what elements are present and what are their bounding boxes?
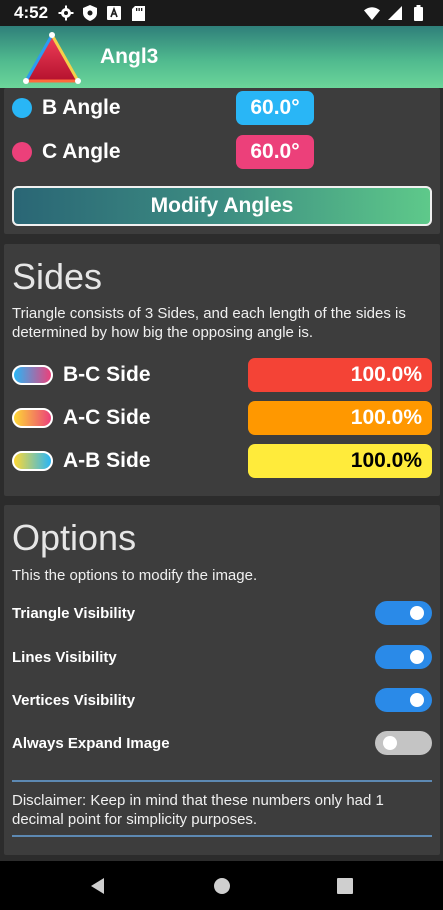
- wifi-icon: [364, 5, 380, 21]
- home-icon[interactable]: [210, 874, 234, 898]
- b-angle-value: 60.0°: [236, 91, 314, 125]
- c-angle-dot: [12, 142, 32, 162]
- b-angle-dot: [12, 98, 32, 118]
- ac-side-label: A-C Side: [63, 406, 151, 429]
- sides-card: Sides Triangle consists of 3 Sides, and …: [4, 244, 440, 496]
- bc-side-label: B-C Side: [63, 363, 151, 386]
- lines-visibility-toggle[interactable]: [375, 645, 432, 669]
- sd-card-icon: [130, 5, 146, 21]
- sides-title: Sides: [12, 256, 103, 297]
- sides-description: Triangle consists of 3 Sides, and each l…: [12, 305, 406, 341]
- c-angle-label: C Angle: [42, 140, 121, 163]
- recents-icon[interactable]: [333, 874, 357, 898]
- angle-row-c: C Angle 60.0°: [12, 135, 314, 169]
- angles-card: B Angle 60.0° C Angle 60.0° Modify Angle…: [4, 88, 440, 234]
- triangle-logo-icon: [22, 29, 82, 85]
- always-expand-image-toggle[interactable]: [375, 731, 432, 755]
- ac-side-value: 100.0%: [248, 401, 432, 435]
- bc-side-value: 100.0%: [248, 358, 432, 392]
- battery-icon: [410, 5, 426, 21]
- toggle-knob: [410, 650, 424, 664]
- triangle-visibility-toggle[interactable]: [375, 601, 432, 625]
- disclaimer-top-divider: [12, 780, 432, 782]
- always-expand-image-label: Always Expand Image: [12, 734, 170, 752]
- side-row-ab: A-B Side 100.0%: [12, 444, 432, 478]
- toggle-knob: [410, 606, 424, 620]
- options-card: Options This the options to modify the i…: [4, 505, 440, 855]
- disclaimer-text: Disclaimer: Keep in mind that these numb…: [12, 792, 384, 828]
- option-triangle-visibility: Triangle Visibility: [12, 600, 432, 626]
- gear-icon: [58, 5, 74, 21]
- disclaimer-bottom-divider: [12, 835, 432, 837]
- toggle-knob: [410, 693, 424, 707]
- options-description: This the options to modify the image.: [12, 567, 258, 584]
- ab-side-value: 100.0%: [248, 444, 432, 478]
- ac-side-pill: [12, 408, 53, 428]
- modify-angles-button[interactable]: Modify Angles: [12, 186, 432, 226]
- toggle-knob: [383, 736, 397, 750]
- b-angle-label: B Angle: [42, 96, 121, 119]
- navigation-bar: [0, 861, 443, 910]
- c-angle-value: 60.0°: [236, 135, 314, 169]
- app-bar: Angl3: [0, 26, 443, 88]
- back-icon[interactable]: [86, 874, 110, 898]
- signal-icon: [387, 5, 403, 21]
- bc-side-pill: [12, 365, 53, 385]
- ab-side-label: A-B Side: [63, 449, 151, 472]
- shield-icon: [82, 5, 98, 21]
- options-title: Options: [12, 517, 137, 558]
- vertices-visibility-label: Vertices Visibility: [12, 691, 136, 709]
- app-title: Angl3: [100, 45, 159, 68]
- ab-side-pill: [12, 451, 53, 471]
- status-bar: 4:52: [0, 0, 443, 26]
- lines-visibility-label: Lines Visibility: [12, 648, 117, 666]
- side-row-bc: B-C Side 100.0%: [12, 358, 432, 392]
- option-vertices-visibility: Vertices Visibility: [12, 687, 432, 713]
- option-always-expand-image: Always Expand Image: [12, 730, 432, 756]
- status-time: 4:52: [14, 3, 49, 22]
- option-lines-visibility: Lines Visibility: [12, 644, 432, 670]
- triangle-visibility-label: Triangle Visibility: [12, 604, 136, 622]
- text-badge-icon: [106, 5, 122, 21]
- vertices-visibility-toggle[interactable]: [375, 688, 432, 712]
- angle-row-b: B Angle 60.0°: [12, 91, 314, 125]
- side-row-ac: A-C Side 100.0%: [12, 401, 432, 435]
